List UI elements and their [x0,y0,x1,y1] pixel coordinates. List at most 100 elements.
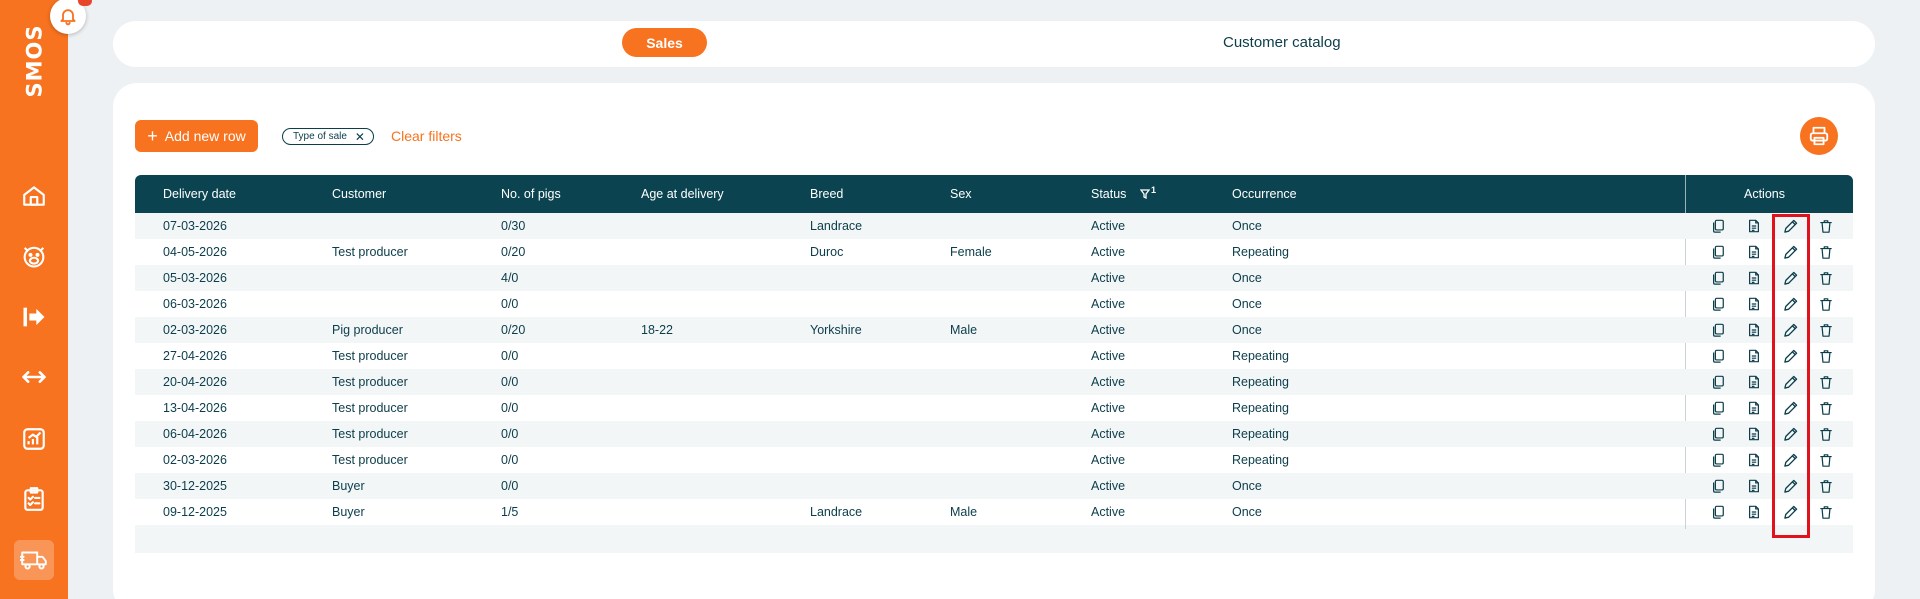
copy-button[interactable] [1710,322,1726,338]
header-no-of-pigs[interactable]: No. of pigs [501,175,561,213]
table-row[interactable]: 04-05-2026 Test producer 0/20 Duroc Female Ac… [135,239,1853,265]
table-row[interactable]: 02-03-2026 Pig producer 0/20 18-22 Yorkshire… [135,317,1853,343]
header-delivery-date[interactable]: Delivery date [163,175,236,213]
copy-button[interactable] [1710,296,1726,312]
copy-button[interactable] [1710,452,1726,468]
sidebar-item-reports[interactable] [14,419,54,459]
header-status[interactable]: Status [1091,175,1126,213]
header-customer[interactable]: Customer [332,175,386,213]
cell-customer: Test producer [332,349,408,363]
details-button[interactable] [1746,348,1762,364]
copy-button[interactable] [1710,348,1726,364]
sidebar-item-deliveries[interactable] [14,297,54,337]
close-icon[interactable]: ✕ [355,130,365,144]
table-row[interactable]: 06-03-2026 0/0 Active Once [135,291,1853,317]
details-button[interactable] [1746,218,1762,234]
cell-no-of-pigs: 0/0 [501,401,519,415]
details-button[interactable] [1746,296,1762,312]
copy-button[interactable] [1710,426,1726,442]
copy-button[interactable] [1710,478,1726,494]
edit-button[interactable] [1782,218,1798,234]
tab-bar: Sales Customer catalog [113,21,1875,67]
header-occurrence[interactable]: Occurrence [1232,175,1297,213]
trash-icon [1819,375,1833,390]
details-button[interactable] [1746,478,1762,494]
delete-button[interactable] [1818,244,1834,260]
trash-icon [1819,453,1833,468]
delete-button[interactable] [1818,322,1834,338]
delete-button[interactable] [1818,400,1834,416]
delete-button[interactable] [1818,426,1834,442]
copy-icon [1711,219,1725,233]
cell-occurrence: Repeating [1232,401,1289,415]
header-breed[interactable]: Breed [810,175,843,213]
delete-button[interactable] [1818,452,1834,468]
printer-icon [1809,126,1829,146]
edit-button[interactable] [1782,426,1798,442]
header-sex[interactable]: Sex [950,175,972,213]
copy-button[interactable] [1710,218,1726,234]
sidebar-item-home[interactable] [14,176,54,216]
sidebar-item-pigs[interactable] [14,236,54,276]
copy-button[interactable] [1710,400,1726,416]
copy-icon [1711,479,1725,493]
delete-button[interactable] [1818,296,1834,312]
edit-button[interactable] [1782,296,1798,312]
details-button[interactable] [1746,452,1762,468]
table-row[interactable]: 20-04-2026 Test producer 0/0 Active Repeatin… [135,369,1853,395]
details-button[interactable] [1746,504,1762,520]
table-row[interactable]: 27-04-2026 Test producer 0/0 Active Repeatin… [135,343,1853,369]
cell-no-of-pigs: 0/0 [501,427,519,441]
cell-delivery-date: 07-03-2026 [163,219,227,233]
print-button[interactable] [1800,117,1838,155]
details-button[interactable] [1746,400,1762,416]
edit-button[interactable] [1782,322,1798,338]
copy-button[interactable] [1710,244,1726,260]
sidebar-item-sales[interactable] [14,540,54,580]
table-row[interactable]: 30-12-2025 Buyer 0/0 Active Once [135,473,1853,499]
tab-customer-catalog[interactable]: Customer catalog [1223,28,1341,57]
tab-sales[interactable]: Sales [622,28,707,57]
edit-button[interactable] [1782,478,1798,494]
details-button[interactable] [1746,244,1762,260]
cell-customer: Test producer [332,453,408,467]
cell-occurrence: Once [1232,323,1262,337]
clear-filters-link[interactable]: Clear filters [391,128,462,144]
table-row[interactable]: 05-03-2026 4/0 Active Once [135,265,1853,291]
copy-button[interactable] [1710,504,1726,520]
cell-customer: Test producer [332,401,408,415]
details-button[interactable] [1746,374,1762,390]
delete-button[interactable] [1818,270,1834,286]
table-row[interactable]: 09-12-2025 Buyer 1/5 Landrace Male Active Once [135,499,1853,525]
details-button[interactable] [1746,426,1762,442]
delete-button[interactable] [1818,218,1834,234]
delete-button[interactable] [1818,478,1834,494]
copy-button[interactable] [1710,374,1726,390]
sidebar-item-tasks[interactable] [14,479,54,519]
sidebar-item-transfers[interactable] [14,357,54,397]
details-button[interactable] [1746,322,1762,338]
cell-occurrence: Repeating [1232,349,1289,363]
copy-button[interactable] [1710,270,1726,286]
delete-button[interactable] [1818,374,1834,390]
status-filter-button[interactable]: 1 [1140,175,1156,213]
edit-button[interactable] [1782,400,1798,416]
edit-button[interactable] [1782,270,1798,286]
copy-icon [1711,297,1725,311]
delete-button[interactable] [1818,348,1834,364]
table-row[interactable]: 06-04-2026 Test producer 0/0 Active Repeatin… [135,421,1853,447]
edit-button[interactable] [1782,348,1798,364]
edit-button[interactable] [1782,452,1798,468]
table-row[interactable]: 13-04-2026 Test producer 0/0 Active Repeatin… [135,395,1853,421]
header-age-at-delivery[interactable]: Age at delivery [641,175,724,213]
trash-icon [1819,479,1833,494]
add-new-row-button[interactable]: + Add new row [135,120,258,152]
edit-button[interactable] [1782,374,1798,390]
edit-icon [1783,375,1798,390]
delete-button[interactable] [1818,504,1834,520]
table-row[interactable]: 02-03-2026 Test producer 0/0 Active Repeatin… [135,447,1853,473]
details-button[interactable] [1746,270,1762,286]
edit-button[interactable] [1782,504,1798,520]
table-row[interactable]: 07-03-2026 0/30 Landrace Active Once [135,213,1853,239]
edit-button[interactable] [1782,244,1798,260]
